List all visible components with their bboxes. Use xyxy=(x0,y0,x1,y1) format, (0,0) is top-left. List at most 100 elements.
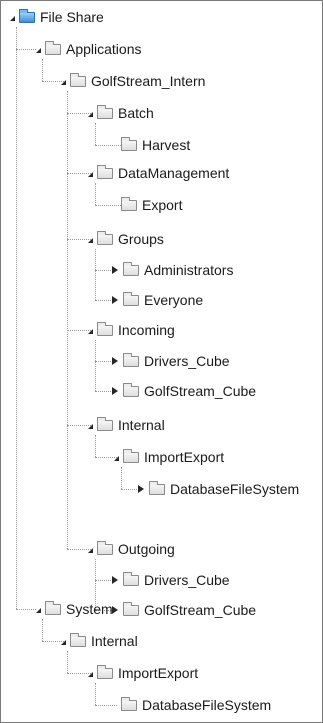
tree-node-label: ImportExport xyxy=(144,449,225,465)
tree-connector xyxy=(95,123,96,145)
expand-toggle[interactable] xyxy=(109,264,121,276)
tree-node-label: GolfStream_Intern xyxy=(91,73,206,89)
folder-icon xyxy=(97,164,113,179)
tree-node-label: Internal xyxy=(118,417,165,433)
folder-icon xyxy=(121,696,137,711)
tree-node-label: System xyxy=(66,601,113,617)
expand-toggle[interactable] xyxy=(83,667,95,679)
expand-toggle[interactable] xyxy=(109,355,121,367)
tree-connector xyxy=(42,59,43,81)
tree-connector xyxy=(42,619,43,641)
tree-node-harvest[interactable]: Harvest xyxy=(107,135,190,155)
tree-node-label: GolfStream_Cube xyxy=(144,383,257,399)
tree-connector xyxy=(95,435,96,457)
tree-node-export[interactable]: Export xyxy=(107,195,182,215)
expand-toggle[interactable] xyxy=(83,167,95,179)
tree-node-outgoing-golfstream-cube[interactable]: GolfStream_Cube xyxy=(109,600,256,620)
tree-node-label: DatabaseFileSystem xyxy=(170,481,300,497)
tree-node-applications[interactable]: Applications xyxy=(31,39,142,59)
file-share-tree: File Share Applications GolfStream_Inter… xyxy=(0,0,323,723)
tree-node-label: Drivers_Cube xyxy=(144,572,230,588)
folder-icon xyxy=(121,136,137,151)
tree-node-label: File Share xyxy=(40,9,104,25)
tree-node-internal-import-export[interactable]: ImportExport xyxy=(109,447,224,467)
tree-node-label: Everyone xyxy=(144,292,204,308)
expand-toggle[interactable] xyxy=(83,324,95,336)
tree-node-internal[interactable]: Internal xyxy=(83,415,165,435)
expand-toggle[interactable] xyxy=(109,385,121,397)
tree-connector xyxy=(95,249,96,300)
tree-node-label: DataManagement xyxy=(118,165,230,181)
tree-node-system-database-file-system[interactable]: DatabaseFileSystem xyxy=(107,695,271,715)
expand-toggle[interactable] xyxy=(83,107,95,119)
expand-toggle[interactable] xyxy=(109,294,121,306)
tree-node-incoming-drivers-cube[interactable]: Drivers_Cube xyxy=(109,351,230,371)
tree-connector xyxy=(95,340,96,391)
tree-node-label: DatabaseFileSystem xyxy=(142,697,272,713)
folder-icon xyxy=(70,72,86,87)
tree-node-system-internal[interactable]: Internal xyxy=(56,631,138,651)
tree-node-label: Batch xyxy=(118,105,154,121)
tree-node-internal-database-file-system[interactable]: DatabaseFileSystem xyxy=(135,479,299,499)
folder-icon xyxy=(97,540,113,555)
tree-node-label: Drivers_Cube xyxy=(144,353,230,369)
tree-node-outgoing-drivers-cube[interactable]: Drivers_Cube xyxy=(109,570,230,590)
tree-connector xyxy=(67,651,68,673)
expand-toggle[interactable] xyxy=(109,451,121,463)
tree-node-label: Applications xyxy=(66,41,142,57)
tree-node-label: Export xyxy=(142,197,183,213)
tree-node-incoming-golfstream-cube[interactable]: GolfStream_Cube xyxy=(109,381,256,401)
tree-node-system[interactable]: System xyxy=(31,599,113,619)
tree-connector xyxy=(95,183,96,205)
tree-node-golfstream-intern[interactable]: GolfStream_Intern xyxy=(56,71,205,91)
tree-node-label: Outgoing xyxy=(118,541,175,557)
tree-node-label: ImportExport xyxy=(118,665,199,681)
tree-node-label: Groups xyxy=(118,231,164,247)
tree-node-label: Administrators xyxy=(144,262,234,278)
tree-node-label: Incoming xyxy=(118,322,175,338)
expand-toggle[interactable] xyxy=(5,11,17,23)
tree-connector xyxy=(121,467,122,489)
tree-node-label: Internal xyxy=(91,633,138,649)
folder-icon xyxy=(97,104,113,119)
expand-toggle[interactable] xyxy=(56,635,68,647)
folder-icon xyxy=(123,601,139,616)
tree-connector xyxy=(16,27,17,609)
expand-toggle[interactable] xyxy=(31,43,43,55)
expand-toggle[interactable] xyxy=(83,419,95,431)
expand-toggle[interactable] xyxy=(135,483,147,495)
tree-node-groups[interactable]: Groups xyxy=(83,229,164,249)
folder-icon xyxy=(97,321,113,336)
folder-icon xyxy=(123,352,139,367)
expand-toggle[interactable] xyxy=(31,603,43,615)
tree-node-administrators[interactable]: Administrators xyxy=(109,260,233,280)
folder-icon xyxy=(45,600,61,615)
expand-toggle[interactable] xyxy=(83,543,95,555)
folder-icon xyxy=(123,571,139,586)
folder-icon xyxy=(149,480,165,495)
folder-icon xyxy=(123,382,139,397)
tree-node-system-import-export[interactable]: ImportExport xyxy=(83,663,198,683)
tree-node-batch[interactable]: Batch xyxy=(83,103,154,123)
tree-node-incoming[interactable]: Incoming xyxy=(83,320,175,340)
tree-node-everyone[interactable]: Everyone xyxy=(109,290,203,310)
expand-toggle[interactable] xyxy=(56,75,68,87)
tree-connector xyxy=(95,683,96,705)
folder-icon xyxy=(97,664,113,679)
folder-icon xyxy=(70,632,86,647)
shared-folder-icon xyxy=(19,8,35,23)
tree-node-file-share[interactable]: File Share xyxy=(5,7,104,27)
expand-toggle[interactable] xyxy=(109,574,121,586)
tree-node-label: GolfStream_Cube xyxy=(144,602,257,618)
tree-node-outgoing[interactable]: Outgoing xyxy=(83,539,175,559)
folder-icon xyxy=(45,40,61,55)
tree-node-label: Harvest xyxy=(142,137,191,153)
folder-icon xyxy=(97,416,113,431)
tree-node-data-management[interactable]: DataManagement xyxy=(83,163,229,183)
folder-icon xyxy=(123,261,139,276)
folder-icon xyxy=(121,196,137,211)
folder-icon xyxy=(97,230,113,245)
expand-toggle[interactable] xyxy=(83,233,95,245)
tree-connector xyxy=(67,91,68,549)
folder-icon xyxy=(123,448,139,463)
